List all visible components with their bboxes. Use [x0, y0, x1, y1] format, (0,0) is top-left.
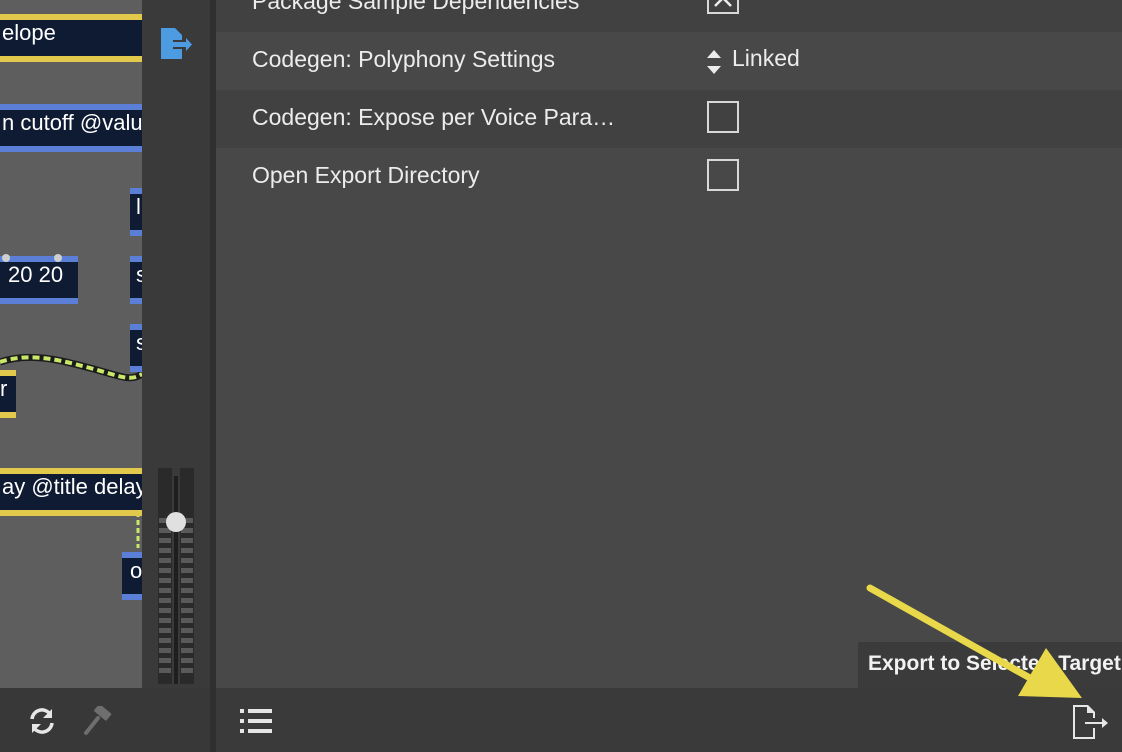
patcher-object[interactable]: s [130, 256, 142, 304]
setting-label: Codegen: Polyphony Settings [252, 46, 556, 72]
side-toolbar [142, 0, 210, 688]
inlet-dot [2, 254, 10, 262]
patcher-canvas[interactable]: elope n cutoff @valu l 20 20 s s r ay @t… [0, 0, 142, 688]
setting-row-polyphony: Codegen: Polyphony Settings Linked [216, 32, 1122, 90]
patcher-object-envelope[interactable]: elope [0, 14, 142, 62]
setting-label: Codegen: Expose per Voice Para… [252, 104, 616, 130]
object-text: 20 20 [8, 262, 64, 287]
patcher-object-number-list[interactable]: 20 20 [0, 256, 78, 304]
setting-row-package-sample-dependencies: Package Sample Dependencies [216, 0, 1122, 32]
refresh-icon[interactable] [26, 705, 58, 737]
setting-row-expose-per-voice: Codegen: Expose per Voice Para… [216, 90, 1122, 148]
checkbox-check-icon [714, 0, 732, 7]
setting-label: Open Export Directory [252, 162, 480, 188]
object-text: elope [2, 20, 56, 45]
patcher-object-delay[interactable]: ay @title delay [0, 468, 142, 516]
patcher-object-cutoff[interactable]: n cutoff @valu [0, 104, 142, 152]
object-text: r [0, 376, 8, 401]
object-text: o [130, 558, 142, 583]
object-text: s [130, 262, 142, 287]
patcher-object[interactable]: r [0, 370, 16, 418]
annotation-arrow [866, 584, 1082, 698]
bottom-left-toolbar [0, 688, 210, 752]
object-text: s [130, 330, 142, 355]
patcher-object[interactable]: o [122, 552, 142, 600]
stepper-arrows-icon[interactable] [706, 48, 722, 76]
setting-label: Package Sample Dependencies [252, 0, 580, 14]
export-to-target-icon[interactable] [1070, 704, 1110, 740]
package-sample-dependencies-checkbox[interactable] [707, 0, 739, 14]
hammer-icon[interactable] [82, 704, 112, 736]
inlet-dot [54, 254, 62, 262]
object-text: l [136, 194, 141, 219]
object-text: n cutoff @valu [2, 110, 142, 135]
polyphony-stepper-value[interactable]: Linked [732, 45, 800, 72]
volume-slider-knob[interactable] [166, 512, 186, 532]
volume-meter[interactable] [158, 468, 194, 684]
open-export-directory-checkbox[interactable] [707, 159, 739, 191]
expose-per-voice-checkbox[interactable] [707, 101, 739, 133]
object-text: ay @title delay [2, 474, 142, 499]
setting-row-open-export-directory: Open Export Directory [216, 148, 1122, 206]
patcher-object[interactable]: l [130, 188, 142, 236]
patcher-object[interactable]: s [130, 324, 142, 372]
list-icon[interactable] [240, 708, 274, 734]
export-icon[interactable] [158, 26, 194, 62]
